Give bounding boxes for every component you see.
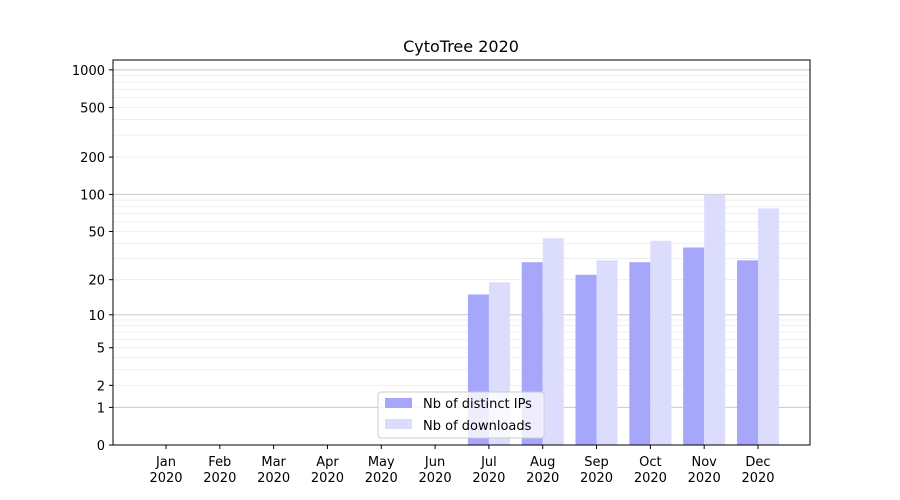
- legend-swatch-downloads: [385, 419, 412, 429]
- x-tick-label: Aug 2020: [526, 455, 559, 486]
- y-tick-label: 1000: [72, 64, 105, 79]
- bar-downloads: [758, 208, 779, 445]
- x-tick-label: Dec 2020: [741, 455, 774, 486]
- y-tick-label: 1: [97, 401, 105, 416]
- bar-distinct-ips: [575, 274, 597, 445]
- y-tick-label: 2: [97, 379, 105, 394]
- legend: Nb of distinct IPs Nb of downloads: [377, 391, 545, 439]
- chart-title: CytoTree 2020: [403, 37, 519, 56]
- bar-downloads: [596, 260, 618, 445]
- bar-downloads: [650, 240, 672, 445]
- bar-downloads: [542, 238, 564, 445]
- x-tick-label: Sep 2020: [580, 455, 613, 486]
- y-tick-label: 50: [88, 226, 105, 241]
- y-tick-label: 0: [97, 439, 105, 454]
- legend-label-distinct-ips: Nb of distinct IPs: [423, 397, 532, 412]
- y-tick-label: 20: [88, 274, 105, 289]
- y-tick-label: 200: [80, 151, 105, 166]
- y-tick-label: 100: [80, 188, 105, 203]
- x-tick-label: Mar 2020: [257, 455, 290, 486]
- bar-distinct-ips: [629, 262, 651, 445]
- bar-distinct-ips: [737, 260, 758, 445]
- bar-downloads: [704, 194, 726, 445]
- legend-swatch-distinct-ips: [385, 398, 412, 408]
- bar-distinct-ips: [683, 247, 705, 445]
- x-tick-label: May 2020: [365, 455, 398, 486]
- y-tick-label: 500: [80, 101, 105, 116]
- y-tick-label: 10: [88, 309, 105, 324]
- chart: CytoTree 2020 01251020501002005001000 Ja…: [0, 0, 900, 500]
- x-tick-label: Nov 2020: [688, 455, 721, 486]
- legend-label-downloads: Nb of downloads: [423, 419, 532, 434]
- y-tick-label: 5: [97, 342, 105, 357]
